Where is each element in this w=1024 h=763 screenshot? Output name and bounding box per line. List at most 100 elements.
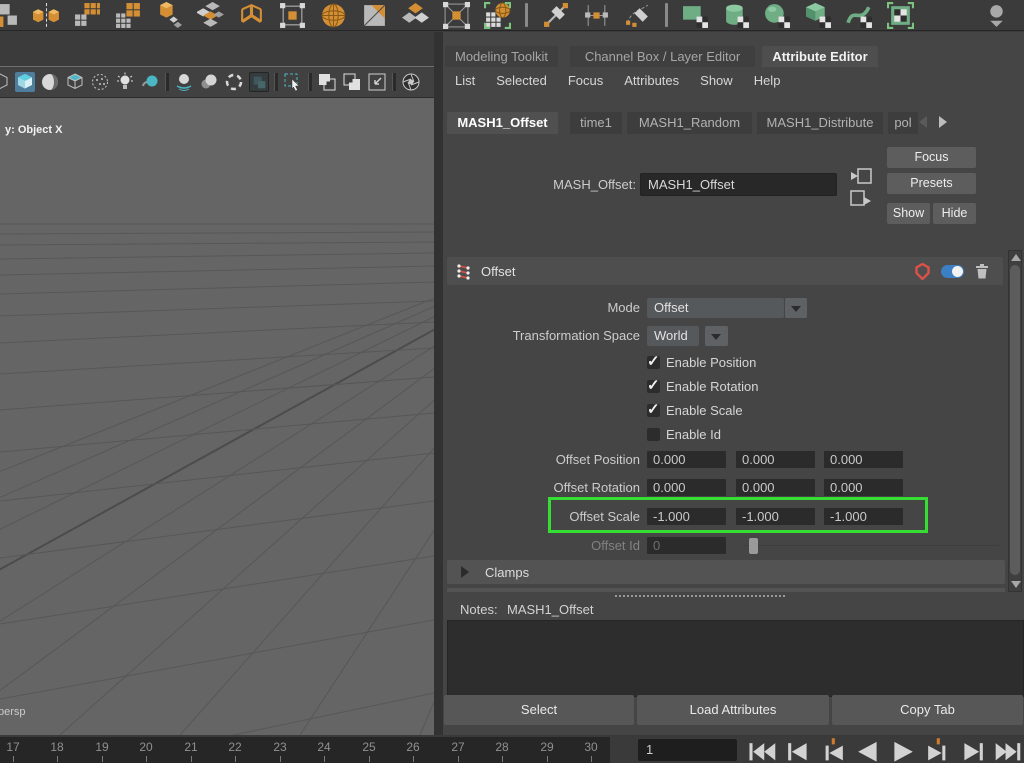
marquee-select-icon[interactable] — [283, 72, 303, 92]
ground-shadow-icon[interactable] — [174, 72, 194, 92]
wireframe-sphere-icon[interactable] — [320, 2, 347, 29]
tab-channel-box[interactable]: Channel Box / Layer Editor — [570, 46, 755, 67]
curve-pen-icon[interactable] — [542, 2, 569, 29]
time-slider[interactable]: 17 18 19 20 21 22 23 24 25 26 27 28 29 3… — [0, 737, 610, 763]
menu-attributes[interactable]: Attributes — [624, 73, 679, 88]
color-swatch-icon[interactable] — [249, 72, 269, 92]
scrollbar-thumb[interactable] — [1010, 265, 1020, 575]
panel-divider[interactable] — [434, 32, 443, 735]
play-forwards-button[interactable] — [887, 737, 919, 761]
notes-textarea[interactable] — [447, 620, 1024, 697]
enable-rotation-checkbox[interactable] — [647, 380, 660, 393]
textured-sphere-icon[interactable] — [40, 72, 60, 92]
poly-cylinder-icon[interactable] — [723, 2, 750, 29]
step-forward-key-button[interactable] — [957, 737, 989, 761]
offset-position-z-field[interactable]: 0.000 — [824, 451, 903, 468]
copy-attr-in-icon[interactable] — [850, 166, 872, 186]
scroll-up-icon[interactable] — [1011, 254, 1021, 261]
shadows-icon[interactable] — [140, 72, 160, 92]
menu-help[interactable]: Help — [754, 73, 781, 88]
tab-scroll-left-icon[interactable] — [919, 116, 927, 128]
offset-position-y-field[interactable]: 0.000 — [736, 451, 815, 468]
transformation-space-dropdown[interactable]: World — [647, 326, 699, 346]
grid-array-icon[interactable] — [115, 2, 142, 29]
hide-button[interactable]: Hide — [933, 203, 976, 224]
edit-points-icon[interactable] — [583, 2, 610, 29]
point-pen-icon[interactable] — [624, 2, 651, 29]
diamond-stack-icon[interactable] — [402, 2, 429, 29]
red-shield-icon[interactable] — [915, 263, 930, 280]
crossframe-icon[interactable] — [443, 2, 470, 29]
tab-modeling-toolkit[interactable]: Modeling Toolkit — [445, 46, 558, 67]
open-cube-icon[interactable] — [238, 2, 265, 29]
offset-rotation-y-field[interactable]: 0.000 — [736, 479, 815, 496]
viewport-canvas[interactable]: y: Object X persp — [0, 98, 434, 735]
dashed-circle-icon[interactable] — [224, 72, 244, 92]
mode-dropdown[interactable]: Offset — [647, 298, 784, 318]
step-forward-frame-button[interactable] — [922, 737, 954, 761]
checker-swatch-icon[interactable] — [887, 2, 914, 29]
wireframe-cube-icon[interactable] — [65, 72, 85, 92]
dotted-sphere-icon[interactable] — [90, 72, 110, 92]
isolate-select-icon[interactable] — [317, 72, 337, 92]
transformation-space-arrow-icon[interactable] — [705, 326, 728, 346]
step-back-frame-button[interactable] — [817, 737, 849, 761]
load-attributes-button[interactable]: Load Attributes — [637, 695, 829, 725]
aperture-icon[interactable] — [401, 72, 421, 92]
trash-icon[interactable] — [975, 263, 989, 279]
enable-scale-checkbox[interactable] — [647, 404, 660, 417]
tab-scroll-right-icon[interactable] — [939, 116, 947, 128]
mash-network-icon[interactable] — [484, 2, 511, 29]
clipped-cube-icon[interactable] — [0, 72, 10, 92]
menu-focus[interactable]: Focus — [568, 73, 603, 88]
sheet-stack-icon[interactable] — [197, 2, 224, 29]
poly-curve-icon[interactable] — [846, 2, 873, 29]
presets-button[interactable]: Presets — [887, 173, 976, 194]
copy-attr-out-icon[interactable] — [850, 188, 872, 208]
copy-tab-button[interactable]: Copy Tab — [832, 695, 1023, 725]
node-tab-mash1-distribute[interactable]: MASH1_Distribute — [757, 112, 883, 134]
tab-attribute-editor[interactable]: Attribute Editor — [762, 46, 878, 67]
go-to-end-button[interactable] — [992, 737, 1024, 761]
isolate-view-icon[interactable] — [342, 72, 362, 92]
cube-scatter-icon[interactable] — [156, 2, 183, 29]
enable-position-checkbox[interactable] — [647, 356, 660, 369]
transform-handles-icon[interactable] — [279, 2, 306, 29]
screen-grab-icon[interactable] — [367, 72, 387, 92]
scroll-down-icon[interactable] — [1011, 581, 1021, 588]
shelf-overflow-icon[interactable] — [983, 2, 1010, 29]
enable-id-checkbox[interactable] — [647, 428, 660, 441]
node-enable-toggle[interactable] — [941, 265, 964, 278]
notes-splitter-handle[interactable] — [615, 595, 785, 597]
grid-clone-icon[interactable] — [74, 2, 101, 29]
motion-blur-icon[interactable] — [199, 72, 219, 92]
poly-plane-icon[interactable] — [682, 2, 709, 29]
split-square-icon[interactable] — [361, 2, 388, 29]
step-back-key-button[interactable] — [782, 737, 814, 761]
node-tab-time1[interactable]: time1 — [570, 112, 622, 134]
offset-section-header[interactable]: Offset — [447, 257, 1003, 285]
play-backwards-button[interactable] — [852, 737, 884, 761]
node-tab-mash1-random[interactable]: MASH1_Random — [627, 112, 752, 134]
offset-position-x-field[interactable]: 0.000 — [647, 451, 726, 468]
menu-selected[interactable]: Selected — [496, 73, 547, 88]
offset-rotation-z-field[interactable]: 0.000 — [824, 479, 903, 496]
focus-button[interactable]: Focus — [887, 147, 976, 168]
menu-list[interactable]: List — [455, 73, 475, 88]
node-tab-mash1-offset[interactable]: MASH1_Offset — [447, 112, 558, 134]
current-frame-field[interactable]: 1 — [638, 739, 737, 761]
clamps-section-header[interactable]: Clamps — [447, 560, 1005, 584]
duplicate-squares-icon[interactable] — [0, 2, 19, 29]
lights-icon[interactable] — [115, 72, 135, 92]
show-button[interactable]: Show — [887, 203, 930, 224]
node-name-input[interactable] — [640, 173, 837, 196]
poly-cube-icon[interactable] — [805, 2, 832, 29]
node-tab-pol[interactable]: pol — [888, 112, 918, 134]
mode-dropdown-arrow-icon[interactable] — [785, 298, 807, 318]
offset-rotation-x-field[interactable]: 0.000 — [647, 479, 726, 496]
menu-show[interactable]: Show — [700, 73, 733, 88]
select-button[interactable]: Select — [444, 695, 634, 725]
go-to-start-button[interactable] — [747, 737, 779, 761]
shaded-cube-icon[interactable] — [15, 72, 35, 92]
poly-sphere-icon[interactable] — [764, 2, 791, 29]
